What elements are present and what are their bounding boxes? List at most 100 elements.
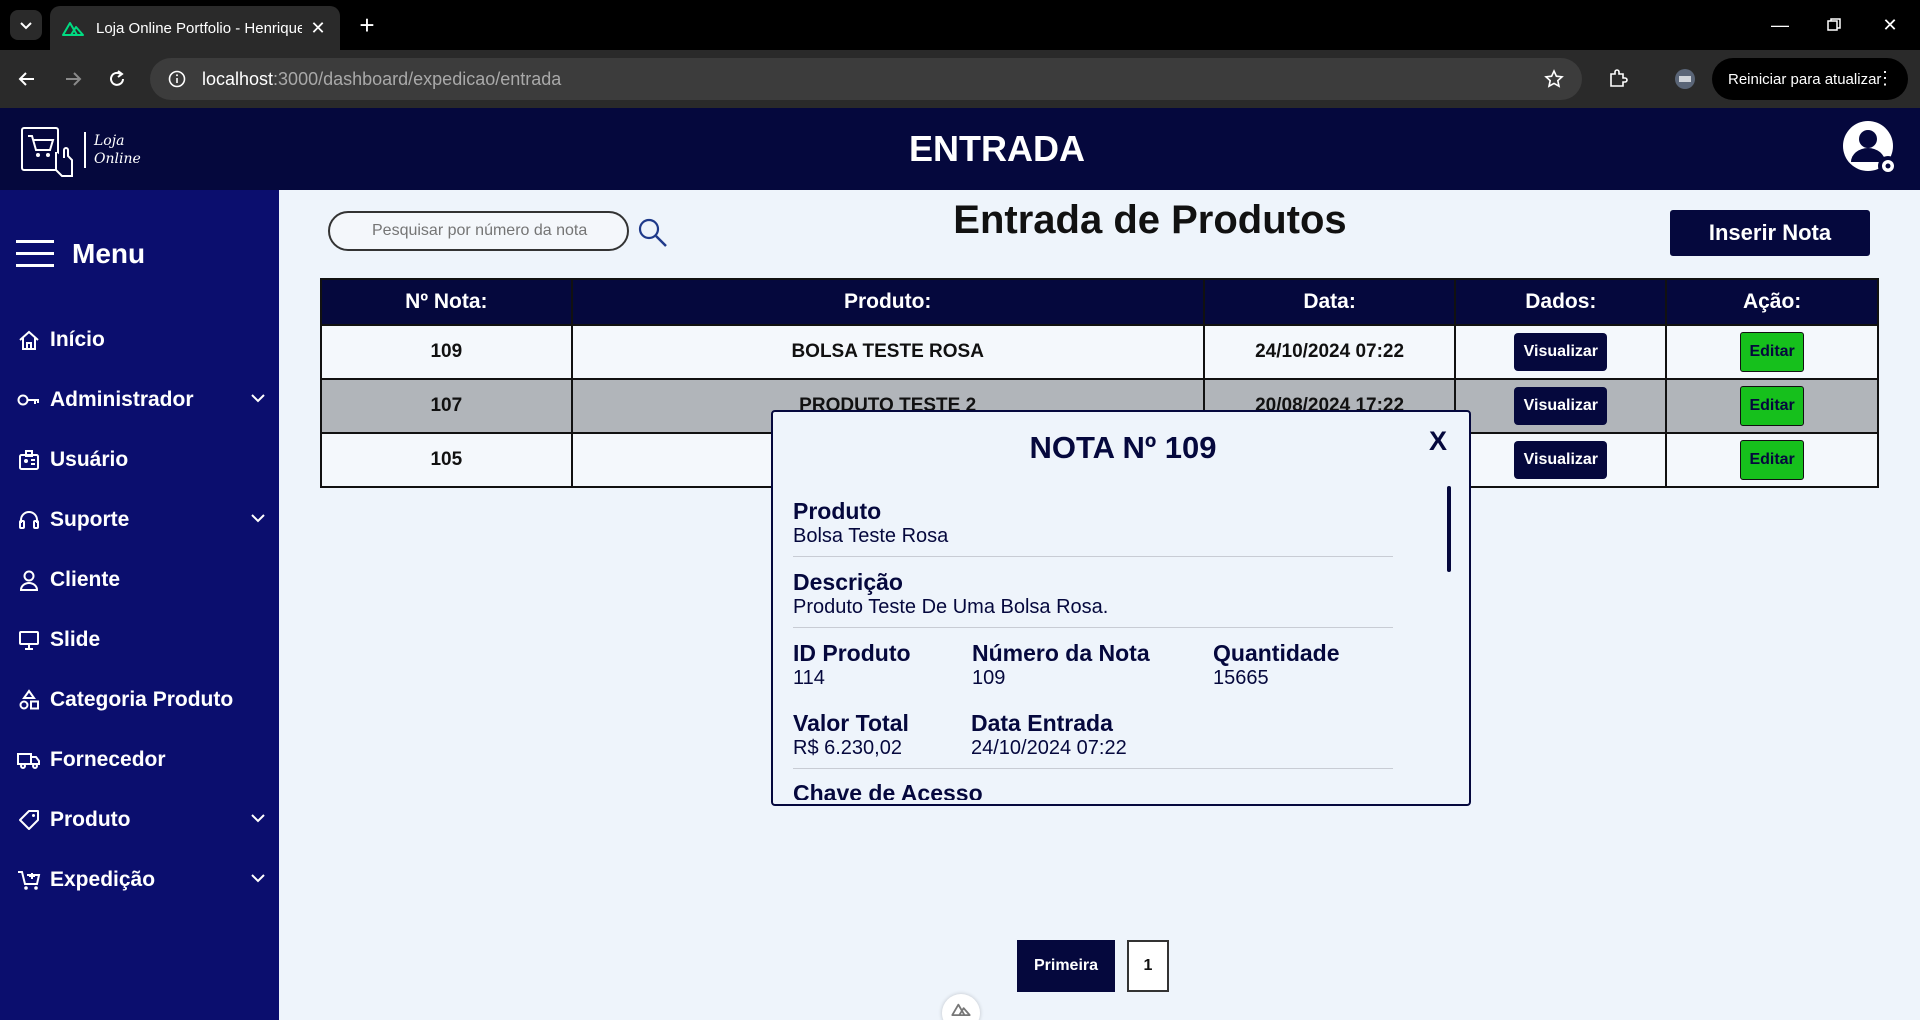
person-icon xyxy=(16,567,42,593)
sidebar-item-expedicao[interactable]: Expedição xyxy=(16,860,266,900)
hamburger-icon xyxy=(16,240,54,267)
note-details-modal: NOTA Nº 109 X Produto Bolsa Teste Rosa D… xyxy=(771,410,1471,806)
sidebar-item-slide[interactable]: Slide xyxy=(16,620,266,660)
cell-data: 24/10/2024 07:22 xyxy=(1202,324,1457,380)
site-info-icon[interactable] xyxy=(168,70,186,88)
modal-scrollbar[interactable] xyxy=(1447,486,1451,572)
modal-close-button[interactable]: X xyxy=(1429,426,1447,457)
restore-icon xyxy=(1827,18,1841,31)
bookmark-star-icon[interactable] xyxy=(1544,69,1564,89)
sidebar-item-label: Administrador xyxy=(50,388,194,411)
table-header-row: Nº Nota: Produto: Data: Dados: Ação: xyxy=(320,278,1879,326)
sidebar-item-label: Fornecedor xyxy=(50,748,166,771)
close-tab-icon[interactable]: ✕ xyxy=(308,18,328,39)
chevron-down-icon xyxy=(250,810,266,826)
sidebar-item-cliente[interactable]: Cliente xyxy=(16,560,266,600)
insert-note-button[interactable]: Inserir Nota xyxy=(1670,210,1870,256)
close-window-button[interactable]: ✕ xyxy=(1860,0,1920,50)
sidebar-item-label: Suporte xyxy=(50,508,130,531)
edit-button[interactable]: Editar xyxy=(1740,440,1805,480)
data-entrada-label: Data Entrada xyxy=(971,710,1113,736)
search-icon[interactable] xyxy=(636,216,670,250)
sidebar-item-inicio[interactable]: Início xyxy=(16,320,266,360)
sidebar-item-administrador[interactable]: Administrador xyxy=(16,380,266,420)
search-input[interactable] xyxy=(328,211,629,251)
browser-tab[interactable]: Loja Online Portfolio - Henrique ✕ xyxy=(50,6,340,50)
nuxt-devtools-button[interactable] xyxy=(942,994,980,1020)
browser-tab-bar: Loja Online Portfolio - Henrique ✕ + — ✕ xyxy=(0,0,1920,50)
new-tab-button[interactable]: + xyxy=(352,10,382,40)
col-header-data: Data: xyxy=(1202,278,1457,326)
sidebar-item-categoria-produto[interactable]: Categoria Produto xyxy=(16,680,266,720)
sidebar-item-label: Início xyxy=(50,328,105,351)
view-button[interactable]: Visualizar xyxy=(1514,333,1608,371)
sidebar: Menu Início Administrador Usuário Suport… xyxy=(0,190,279,1020)
sidebar-item-usuario[interactable]: Usuário xyxy=(16,440,266,480)
pagination-first-button[interactable]: Primeira xyxy=(1017,940,1115,992)
divider xyxy=(793,627,1393,628)
numero-nota-label: Número da Nota xyxy=(972,640,1150,666)
numero-nota-value: 109 xyxy=(972,667,1006,689)
minimize-button[interactable]: — xyxy=(1750,0,1810,50)
reload-icon xyxy=(110,70,124,86)
sidebar-item-fornecedor[interactable]: Fornecedor xyxy=(16,740,266,780)
id-produto-value: 114 xyxy=(793,667,825,689)
url-path: :3000/dashboard/expedicao/entrada xyxy=(273,68,562,89)
tab-search-button[interactable] xyxy=(10,10,42,40)
field-valor-total: Valor Total R$ 6.230,02 xyxy=(793,710,909,760)
sidebar-item-label: Expedição xyxy=(50,868,156,891)
profile-extension-icon[interactable] xyxy=(1670,64,1700,94)
cell-produto: BOLSA TESTE ROSA xyxy=(570,324,1205,380)
col-header-dados: Dados: xyxy=(1454,278,1668,326)
chevron-down-icon xyxy=(250,510,266,526)
restore-button[interactable] xyxy=(1804,0,1864,50)
reload-button[interactable] xyxy=(102,64,132,94)
user-settings-avatar[interactable] xyxy=(1842,120,1900,178)
field-data-entrada: Data Entrada 24/10/2024 07:22 xyxy=(971,710,1127,760)
divider xyxy=(793,768,1393,769)
valor-total-value: R$ 6.230,02 xyxy=(793,737,902,759)
extensions-puzzle-icon[interactable] xyxy=(1603,64,1633,94)
chevron-down-icon xyxy=(20,22,32,30)
cell-acao: Editar xyxy=(1665,324,1879,380)
url-host: localhost xyxy=(202,68,274,89)
update-browser-button[interactable]: Reiniciar para atualizar ⋮ xyxy=(1712,58,1908,100)
field-descricao: Descrição Produto Teste De Uma Bolsa Ros… xyxy=(793,569,1108,619)
key-icon xyxy=(16,387,42,413)
field-id-produto: ID Produto 114 xyxy=(793,640,911,690)
user-gear-icon xyxy=(1843,121,1898,176)
field-numero-nota: Número da Nota 109 xyxy=(972,640,1150,690)
edit-button[interactable]: Editar xyxy=(1740,332,1805,372)
cell-dados: Visualizar xyxy=(1454,432,1668,488)
id-card-icon xyxy=(16,447,42,473)
cell-nota: 107 xyxy=(320,378,573,434)
divider xyxy=(793,556,1393,557)
headset-icon xyxy=(16,507,42,533)
cart-icon xyxy=(16,867,42,893)
pagination-page-button[interactable]: 1 xyxy=(1127,940,1169,992)
address-bar[interactable]: localhost:3000/dashboard/expedicao/entra… xyxy=(150,58,1582,100)
modal-title: NOTA Nº 109 xyxy=(1029,430,1217,465)
nuxt-logo-icon xyxy=(951,1003,971,1016)
cell-acao: Editar xyxy=(1665,378,1879,434)
menu-label: Menu xyxy=(72,238,146,269)
page-title: Entrada de Produtos xyxy=(953,198,1347,242)
cell-dados: Visualizar xyxy=(1454,378,1668,434)
table-row: 109 BOLSA TESTE ROSA 24/10/2024 07:22 Vi… xyxy=(320,324,1879,380)
edit-button[interactable]: Editar xyxy=(1740,386,1805,426)
quantidade-value: 15665 xyxy=(1213,667,1269,689)
update-label: Reiniciar para atualizar xyxy=(1728,70,1882,88)
forward-button[interactable] xyxy=(58,64,88,94)
view-button[interactable]: Visualizar xyxy=(1514,387,1608,425)
sidebar-item-produto[interactable]: Produto xyxy=(16,800,266,840)
sidebar-item-label: Produto xyxy=(50,808,131,831)
chevron-down-icon xyxy=(250,870,266,886)
valor-total-label: Valor Total xyxy=(793,710,909,736)
sidebar-item-label: Cliente xyxy=(50,568,121,591)
cell-dados: Visualizar xyxy=(1454,324,1668,380)
menu-toggle[interactable]: Menu xyxy=(16,238,145,270)
sidebar-item-suporte[interactable]: Suporte xyxy=(16,500,266,540)
view-button[interactable]: Visualizar xyxy=(1514,441,1608,479)
back-button[interactable] xyxy=(12,64,42,94)
modal-body: Produto Bolsa Teste Rosa Descrição Produ… xyxy=(793,486,1403,800)
